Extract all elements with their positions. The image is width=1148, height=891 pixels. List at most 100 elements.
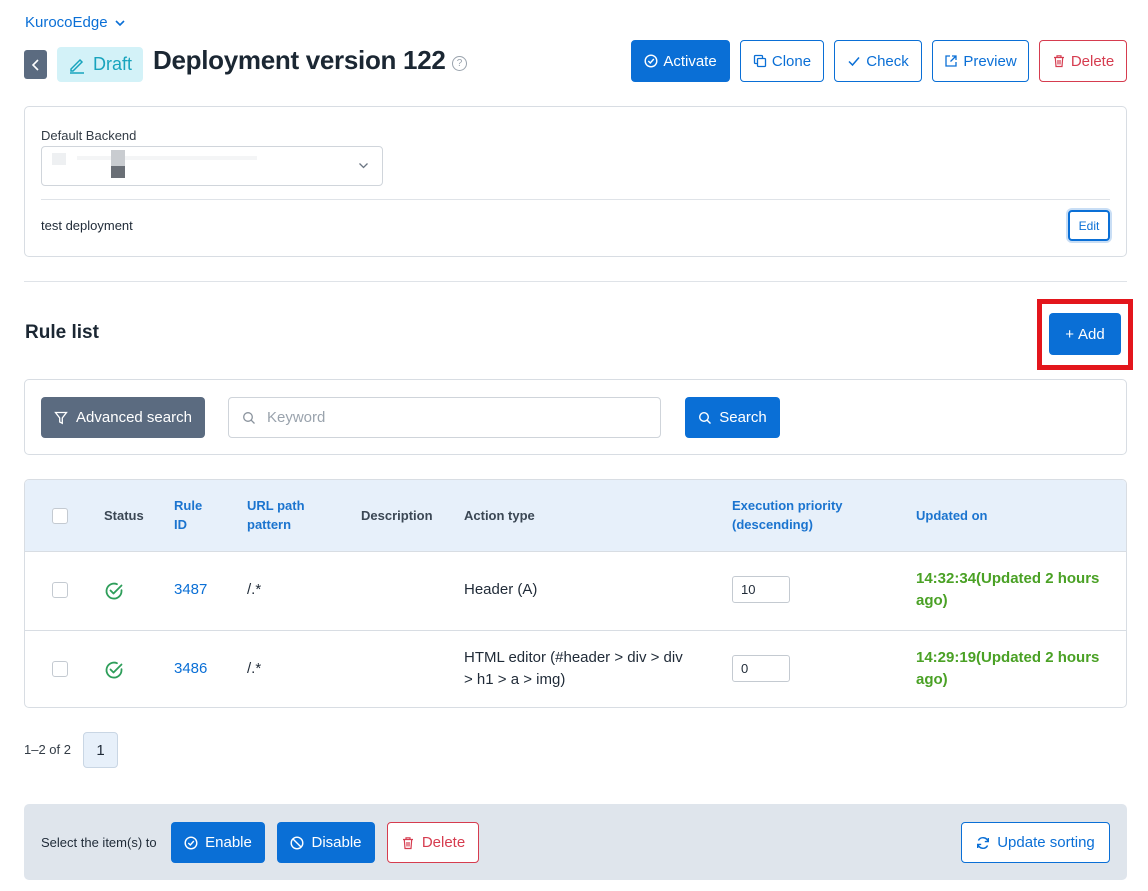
rule-list-title: Rule list	[25, 322, 99, 343]
chevron-down-icon	[359, 163, 368, 169]
url-pattern: /.*	[247, 581, 262, 598]
enable-button[interactable]: Enable	[171, 822, 265, 863]
default-backend-label: Default Backend	[41, 128, 137, 143]
column-rule-id[interactable]: Rule ID	[174, 496, 202, 534]
pagination-summary: 1–2 of 2	[24, 742, 71, 757]
redacted-value	[77, 156, 257, 160]
column-url-pattern[interactable]: URL path pattern	[247, 496, 305, 534]
updated-on-line2: ago)	[916, 592, 948, 609]
url-pattern: /.*	[247, 660, 262, 677]
default-backend-select[interactable]	[41, 146, 383, 186]
action-type-line1: HTML editor (#header > div > div	[464, 649, 683, 666]
column-url-line1: URL path	[247, 498, 305, 513]
search-label: Search	[719, 409, 767, 426]
advanced-search-label: Advanced search	[76, 409, 192, 426]
action-type-line1: Header (A)	[464, 581, 538, 598]
select-all-checkbox[interactable]	[52, 508, 68, 524]
status-badge-label: Draft	[93, 54, 133, 74]
status-badge: Draft	[57, 47, 144, 82]
keyword-input[interactable]	[267, 409, 647, 426]
filter-icon	[54, 411, 68, 424]
advanced-search-button[interactable]: Advanced search	[41, 397, 205, 438]
column-execution-priority[interactable]: Execution priority (descending)	[732, 496, 843, 534]
bulk-delete-label: Delete	[421, 834, 466, 851]
page-title: Deployment version 122	[153, 45, 446, 75]
edit-memo-button[interactable]: Edit	[1068, 210, 1110, 241]
action-type: HTML editor (#header > div > div > h1 > …	[464, 647, 683, 691]
delete-button[interactable]: Delete	[1039, 40, 1127, 82]
rule-id-link[interactable]: 3487	[174, 579, 207, 601]
preview-button[interactable]: Preview	[932, 40, 1029, 82]
search-button[interactable]: Search	[685, 397, 780, 438]
help-icon[interactable]: ?	[452, 56, 467, 71]
table-row: 3486 /.* HTML editor (#header > div > di…	[25, 630, 1126, 707]
action-type: Header (A)	[464, 579, 537, 601]
priority-input[interactable]: 0	[732, 655, 790, 682]
action-type-line2: > h1 > a > img)	[464, 671, 566, 688]
check-circle-icon	[644, 54, 658, 68]
keyword-field[interactable]	[228, 397, 661, 438]
deployment-memo: test deployment	[41, 218, 133, 233]
search-icon	[243, 411, 255, 424]
column-url-line2: pattern	[247, 517, 292, 532]
add-rule-button[interactable]: + Add	[1049, 313, 1121, 355]
clone-button[interactable]: Clone	[740, 40, 824, 82]
ban-icon	[290, 835, 304, 850]
check-label: Check	[866, 52, 909, 70]
plus-icon: +	[1065, 325, 1075, 343]
activate-label: Activate	[663, 52, 717, 70]
updated-on-line1: 14:32:34(Updated 2 hours	[916, 570, 1100, 587]
bulk-action-bar: Select the item(s) to Enable Disable Del…	[24, 804, 1127, 880]
updated-on-line2: ago)	[916, 671, 948, 688]
column-status: Status	[104, 508, 144, 523]
add-rule-label: Add	[1078, 325, 1105, 343]
enable-label: Enable	[205, 834, 252, 851]
rule-id-link[interactable]: 3486	[174, 658, 207, 680]
redacted-value	[111, 150, 125, 166]
backend-card: Default Backend test deployment Edit	[24, 106, 1127, 257]
column-description: Description	[361, 508, 433, 523]
preview-label: Preview	[963, 52, 1017, 70]
activate-button[interactable]: Activate	[631, 40, 730, 82]
status-enabled-icon	[105, 661, 123, 679]
trash-icon	[1053, 55, 1064, 68]
priority-input[interactable]: 10	[732, 576, 790, 603]
column-updated-on[interactable]: Updated on	[916, 506, 988, 525]
search-card: Advanced search Search	[24, 379, 1127, 455]
refresh-icon	[977, 836, 990, 849]
updated-on: 14:29:19(Updated 2 hours ago)	[916, 647, 1099, 691]
check-button[interactable]: Check	[834, 40, 922, 82]
trash-icon	[402, 836, 413, 849]
copy-icon	[753, 54, 767, 68]
column-rule-id-line2: ID	[174, 517, 187, 532]
row-checkbox[interactable]	[52, 582, 68, 598]
bulk-delete-button[interactable]: Delete	[387, 822, 479, 863]
column-priority-line2: (descending)	[732, 517, 813, 532]
column-action-type: Action type	[464, 508, 535, 523]
delete-label: Delete	[1070, 52, 1115, 70]
search-icon	[699, 411, 712, 424]
page-button[interactable]: 1	[83, 732, 118, 768]
app-switcher[interactable]: KurocoEdge	[25, 14, 126, 31]
update-sorting-label: Update sorting	[997, 834, 1095, 851]
status-enabled-icon	[105, 582, 123, 600]
update-sorting-button[interactable]: Update sorting	[961, 822, 1110, 863]
divider	[41, 199, 1110, 200]
redacted-value	[111, 166, 125, 178]
divider	[24, 281, 1127, 282]
table-row: 3487 /.* Header (A) 10 14:32:34(Updated …	[25, 552, 1126, 630]
check-circle-icon	[184, 835, 198, 850]
disable-button[interactable]: Disable	[277, 822, 375, 863]
redacted-value	[52, 153, 66, 165]
bulk-action-label: Select the item(s) to	[41, 835, 157, 850]
back-button[interactable]	[24, 50, 47, 79]
app-name: KurocoEdge	[25, 14, 108, 31]
check-icon	[848, 57, 860, 67]
updated-on-line1: 14:29:19(Updated 2 hours	[916, 649, 1100, 666]
row-checkbox[interactable]	[52, 661, 68, 677]
updated-on: 14:32:34(Updated 2 hours ago)	[916, 568, 1099, 612]
pencil-icon	[70, 58, 84, 74]
column-rule-id-line1: Rule	[174, 498, 203, 513]
column-priority-line1: Execution priority	[732, 498, 843, 513]
table-header: Status Rule ID URL path pattern Descript…	[25, 480, 1126, 552]
